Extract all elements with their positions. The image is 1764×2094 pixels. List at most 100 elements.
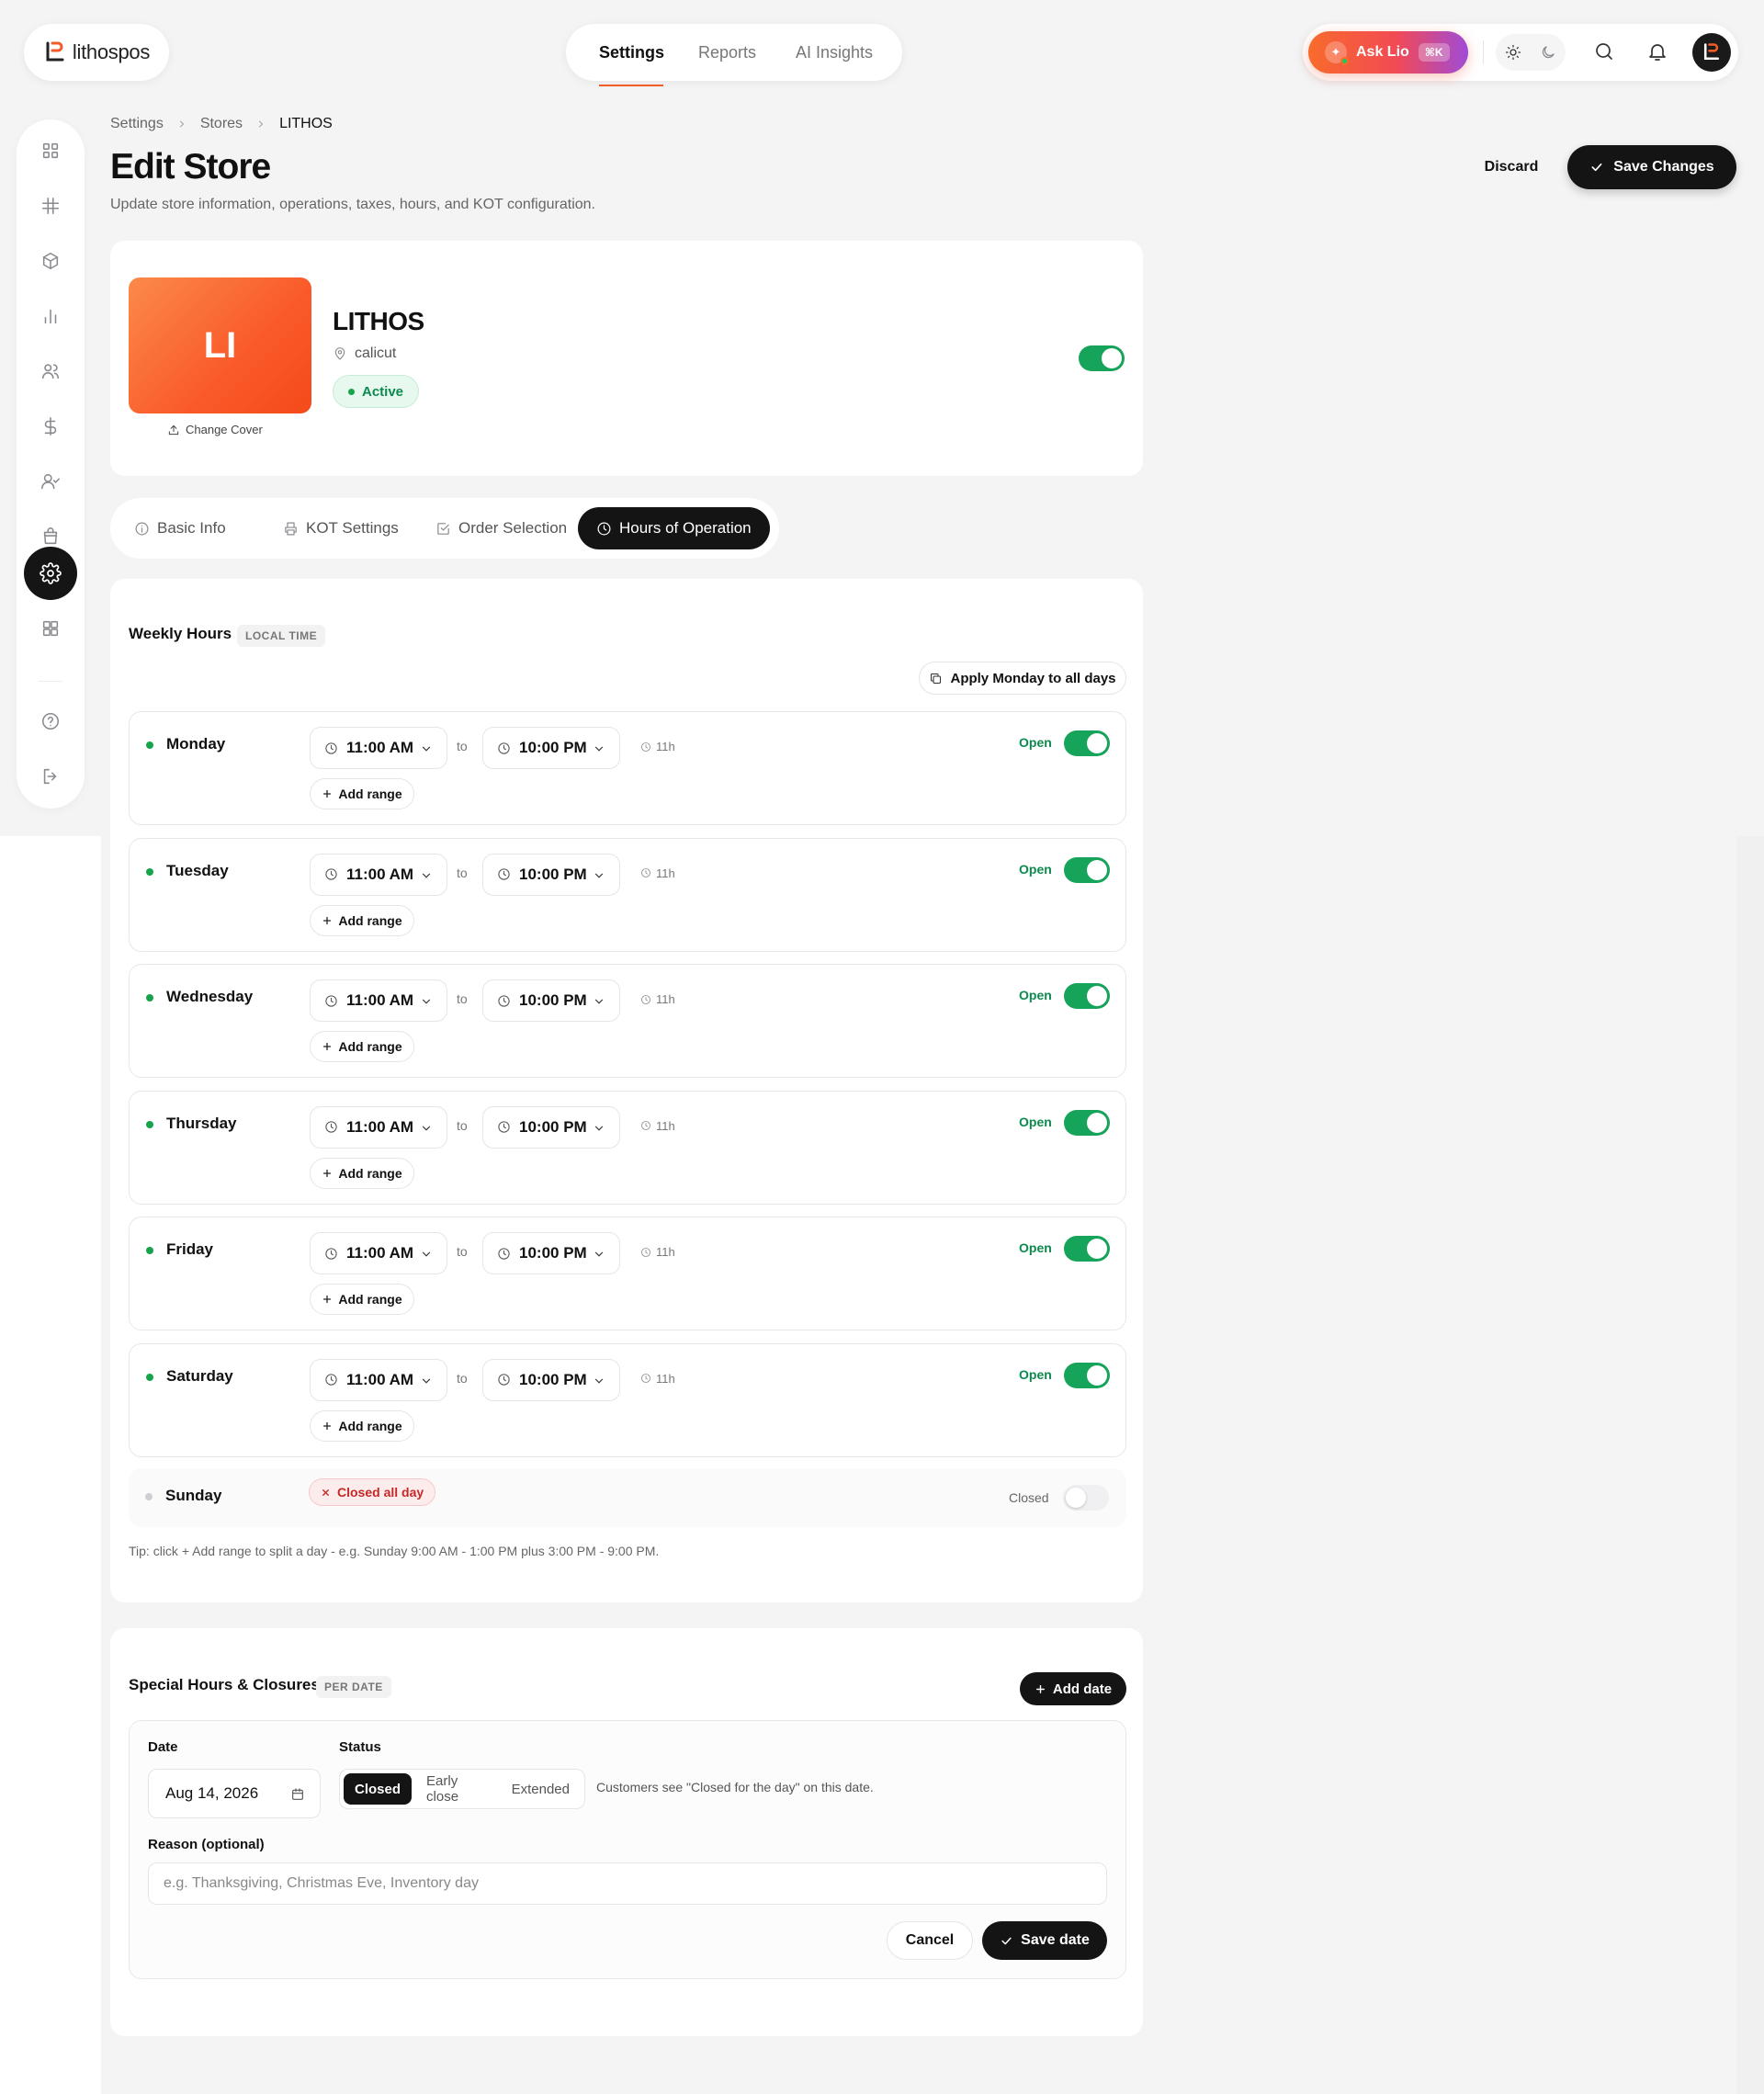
chevron-down-icon xyxy=(422,1378,431,1384)
close-time-select[interactable]: 10:00 PM xyxy=(482,853,620,896)
sidebar-item-help[interactable] xyxy=(32,703,69,740)
open-time-select[interactable]: 11:00 AM xyxy=(310,1105,447,1149)
add-range-button[interactable]: Add range xyxy=(310,904,414,936)
tab-basic-info[interactable]: Basic Info xyxy=(116,507,244,549)
thursday-open-toggle[interactable] xyxy=(1064,1109,1110,1136)
sparkle-icon: ✦ xyxy=(1325,41,1349,65)
avatar[interactable] xyxy=(1692,33,1731,72)
breadcrumb-stores[interactable]: Stores xyxy=(200,116,243,132)
plus-icon xyxy=(323,1042,332,1051)
wednesday-open-toggle[interactable] xyxy=(1064,983,1110,1009)
sidebar-item-settings[interactable] xyxy=(24,547,77,600)
clock-icon xyxy=(641,741,650,752)
day-status-dot xyxy=(146,994,153,1002)
add-range-button[interactable]: Add range xyxy=(310,1031,414,1062)
add-range-button[interactable]: Add range xyxy=(310,778,414,809)
day-name: Saturday xyxy=(166,1366,233,1385)
sidebar-divider xyxy=(39,681,62,682)
day-name: Wednesday xyxy=(166,988,254,1005)
add-date-button[interactable]: Add date xyxy=(1020,1672,1126,1705)
moon-icon[interactable] xyxy=(1540,44,1556,61)
sun-icon[interactable] xyxy=(1505,44,1521,61)
sidebar-item-logout[interactable] xyxy=(32,758,69,795)
sunday-open-toggle[interactable] xyxy=(1063,1485,1109,1511)
sidebar-item-customers[interactable] xyxy=(32,353,69,390)
to-label: to xyxy=(457,1117,468,1133)
special-date-form: Date Aug 14, 2026 Status Closed Early cl… xyxy=(129,1720,1126,1979)
theme-switch[interactable] xyxy=(1496,34,1566,71)
friday-open-toggle[interactable] xyxy=(1064,1236,1110,1262)
sidebar-item-finance[interactable] xyxy=(32,408,69,445)
discard-button[interactable]: Discard xyxy=(1459,147,1564,187)
clock-icon xyxy=(325,1121,337,1133)
sidebar-item-tables[interactable] xyxy=(32,187,69,224)
duration: 11h xyxy=(640,1245,675,1259)
store-enabled-toggle[interactable] xyxy=(1079,345,1125,371)
tab-order-selection[interactable]: Order Selection xyxy=(417,507,585,549)
close-time-select[interactable]: 10:00 PM xyxy=(482,979,620,1022)
clock-icon xyxy=(641,1121,650,1130)
change-cover-button[interactable]: Change Cover xyxy=(167,423,263,436)
open-time-value: 11:00 AM xyxy=(346,739,414,756)
day-name: Thursday xyxy=(166,1114,237,1132)
apply-monday-button[interactable]: Apply Monday to all days xyxy=(919,662,1126,695)
sidebar-item-products[interactable] xyxy=(32,243,69,279)
top-nav: Settings Reports AI Insights xyxy=(566,24,902,86)
add-range-button[interactable]: Add range xyxy=(310,1409,414,1442)
monday-open-toggle[interactable] xyxy=(1064,730,1110,756)
cancel-button[interactable]: Cancel xyxy=(887,1921,973,1960)
reason-input[interactable] xyxy=(148,1862,1107,1905)
nav-tab-settings[interactable]: Settings xyxy=(599,24,664,81)
open-time-select[interactable]: 11:00 AM xyxy=(310,1358,447,1401)
bell-icon[interactable] xyxy=(1646,40,1668,62)
brand-logo[interactable]: lithospos xyxy=(24,24,169,81)
sidebar-item-analytics[interactable] xyxy=(32,298,69,334)
to-label: to xyxy=(457,991,468,1006)
clock-icon xyxy=(597,522,611,535)
date-field[interactable]: Aug 14, 2026 xyxy=(148,1769,321,1818)
tab-hours-of-operation[interactable]: Hours of Operation xyxy=(578,507,770,549)
clock-icon xyxy=(325,994,337,1007)
add-range-button[interactable]: Add range xyxy=(310,1284,414,1315)
sidebar-item-dashboard[interactable] xyxy=(32,132,69,169)
close-time-value: 10:00 PM xyxy=(519,1370,587,1388)
duration: 11h xyxy=(640,1119,675,1133)
sidebar-item-staff[interactable] xyxy=(32,463,69,500)
close-time-select[interactable]: 10:00 PM xyxy=(482,1232,620,1274)
add-range-label: Add range xyxy=(338,787,402,801)
saturday-open-toggle[interactable] xyxy=(1064,1362,1110,1388)
info-icon xyxy=(135,522,149,535)
plus-icon xyxy=(1035,1684,1045,1693)
open-time-select[interactable]: 11:00 AM xyxy=(310,979,447,1022)
tuesday-open-toggle[interactable] xyxy=(1064,856,1110,883)
open-time-select[interactable]: 11:00 AM xyxy=(310,727,447,769)
sidebar-item-widgets[interactable] xyxy=(32,610,69,647)
closed-label: Closed xyxy=(1009,1490,1049,1505)
save-date-label: Save date xyxy=(1021,1932,1090,1948)
status-option-closed[interactable]: Closed xyxy=(344,1773,413,1805)
apply-monday-label: Apply Monday to all days xyxy=(950,670,1116,686)
search-icon[interactable] xyxy=(1593,40,1615,62)
tab-kot-settings[interactable]: KOT Settings xyxy=(265,507,417,549)
save-changes-button[interactable]: Save Changes xyxy=(1567,145,1736,189)
close-time-select[interactable]: 10:00 PM xyxy=(482,727,620,769)
status-badge: Active xyxy=(333,375,420,408)
day-row-monday: Monday 11:00 AM to 10:00 PM 11h Add range Open xyxy=(129,711,1126,825)
add-range-label: Add range xyxy=(338,1418,402,1433)
open-label: Open xyxy=(1019,1114,1052,1129)
nav-tab-ai-insights[interactable]: AI Insights xyxy=(796,24,873,81)
nav-tab-reports[interactable]: Reports xyxy=(698,24,756,81)
add-range-button[interactable]: Add range xyxy=(310,1157,414,1189)
status-option-extended[interactable]: Extended xyxy=(501,1773,581,1805)
status-option-early-close[interactable]: Early close xyxy=(415,1773,497,1805)
user-check-icon xyxy=(41,473,60,490)
close-time-select[interactable]: 10:00 PM xyxy=(482,1358,620,1401)
breadcrumb-settings[interactable]: Settings xyxy=(110,116,164,132)
open-time-select[interactable]: 11:00 AM xyxy=(310,853,447,896)
close-time-select[interactable]: 10:00 PM xyxy=(482,1105,620,1149)
ask-lio-button[interactable]: ✦ Ask Lio ⌘K xyxy=(1308,31,1468,74)
save-date-button[interactable]: Save date xyxy=(982,1921,1107,1960)
open-time-select[interactable]: 11:00 AM xyxy=(310,1232,447,1274)
check-icon xyxy=(1591,163,1602,172)
user-logo-icon xyxy=(1703,43,1720,61)
